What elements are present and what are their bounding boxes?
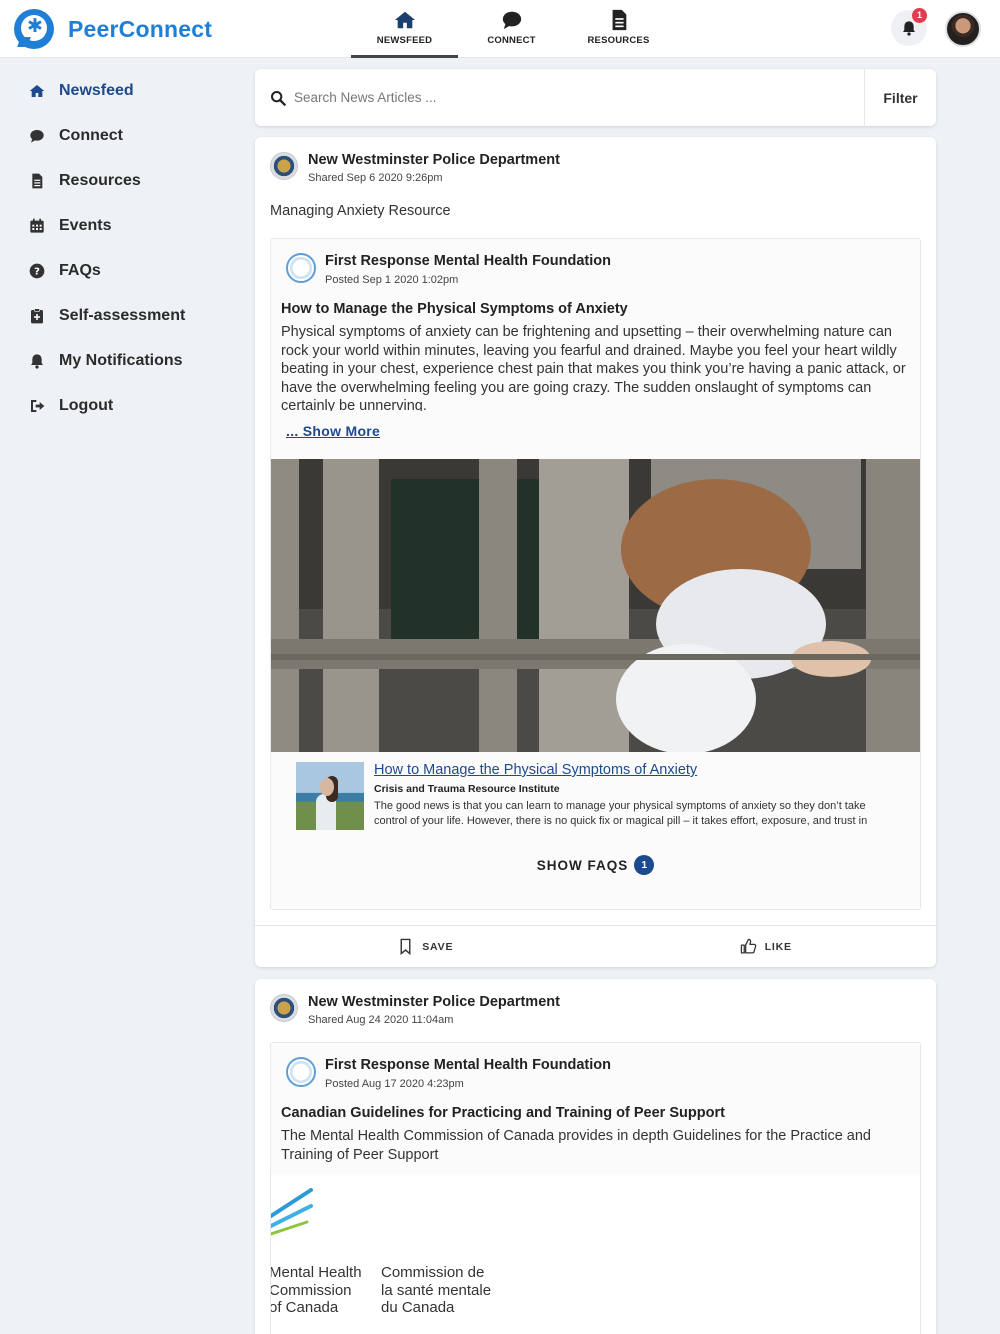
- sidebar-item-label: Self-assessment: [59, 306, 186, 324]
- sidebar-item-my-notifications[interactable]: My Notifications: [0, 338, 240, 383]
- sidebar-item-self-assessment[interactable]: Self-assessment: [0, 293, 240, 338]
- mhcc-name-french: Commission de la santé mentale du Canada: [381, 1264, 492, 1316]
- foundation-logo[interactable]: [286, 253, 316, 283]
- home-icon: [394, 11, 415, 29]
- tab-connect[interactable]: CONNECT: [458, 0, 565, 58]
- article-body: Physical symptoms of anxiety can be frig…: [281, 324, 906, 411]
- bell-icon: [903, 21, 915, 36]
- logout-icon: [31, 399, 45, 412]
- logo-icon: ✱: [14, 9, 54, 49]
- post-caption: Managing Anxiety Resource: [270, 203, 451, 219]
- search-bar: Filter: [255, 69, 936, 126]
- tab-resources-label: RESOURCES: [587, 35, 650, 46]
- sidebar-item-logout[interactable]: Logout: [0, 383, 240, 428]
- post-date: Shared Sep 6 2020 9:26pm: [308, 172, 443, 184]
- sidebar-item-label: My Notifications: [59, 351, 183, 369]
- top-bar: ✱ PeerConnect NEWSFEED CONNECT RESOURCES…: [0, 0, 1000, 58]
- app-logo[interactable]: ✱ PeerConnect: [14, 9, 212, 49]
- sidebar-item-label: Newsfeed: [59, 81, 134, 99]
- document-icon: [612, 9, 626, 31]
- bookmark-icon: [400, 938, 411, 955]
- newsfeed-post: New Westminster Police Department Shared…: [255, 979, 936, 1334]
- post-actions: SAVE LIKE: [255, 925, 936, 967]
- article-body: The Mental Health Commission of Canada p…: [281, 1128, 871, 1163]
- post-date: Shared Aug 24 2020 11:04am: [308, 1014, 454, 1026]
- show-faqs-button[interactable]: SHOW FAQS 1: [271, 840, 920, 890]
- app-name: PeerConnect: [68, 15, 213, 42]
- top-nav: NEWSFEED CONNECT RESOURCES: [351, 0, 672, 58]
- shared-article-header: First Response Mental Health Foundation …: [271, 1043, 920, 1095]
- sidebar: Newsfeed Connect Resources Events ? FAQs…: [0, 58, 240, 428]
- sidebar-item-label: Resources: [59, 171, 141, 189]
- woman-leaning-on-window-image: [271, 459, 920, 752]
- search-icon: [271, 90, 286, 106]
- sidebar-item-events[interactable]: Events: [0, 203, 240, 248]
- notification-count-badge: 1: [912, 8, 927, 23]
- svg-text:?: ?: [34, 266, 40, 277]
- notifications-button[interactable]: 1: [891, 8, 927, 46]
- shared-article-author[interactable]: First Response Mental Health Foundation: [325, 1057, 611, 1073]
- link-preview[interactable]: How to Manage the Physical Symptoms of A…: [271, 762, 920, 840]
- sidebar-item-connect[interactable]: Connect: [0, 113, 240, 158]
- link-preview-title[interactable]: How to Manage the Physical Symptoms of A…: [374, 762, 697, 778]
- article-title: How to Manage the Physical Symptoms of A…: [281, 301, 628, 317]
- shared-article-date: Posted Sep 1 2020 1:02pm: [325, 274, 459, 286]
- bell-icon: [31, 353, 43, 369]
- sidebar-item-label: Connect: [59, 126, 123, 144]
- clipboard-icon: [31, 307, 43, 323]
- link-preview-source: Crisis and Trauma Resource Institute: [374, 783, 560, 795]
- sidebar-item-resources[interactable]: Resources: [0, 158, 240, 203]
- like-button[interactable]: LIKE: [596, 926, 937, 967]
- shared-article-header: First Response Mental Health Foundation …: [271, 239, 920, 291]
- show-faqs-label: SHOW FAQS: [536, 857, 629, 873]
- calendar-icon: [30, 218, 44, 233]
- user-avatar[interactable]: [945, 11, 981, 47]
- home-icon: [29, 84, 45, 97]
- tab-resources[interactable]: RESOURCES: [565, 0, 672, 58]
- mhcc-name-english: Mental Health Commission of Canada: [271, 1264, 362, 1316]
- search-input[interactable]: [294, 90, 864, 105]
- post-header: New Westminster Police Department Shared…: [255, 137, 936, 197]
- save-button[interactable]: SAVE: [255, 926, 596, 967]
- shared-article: First Response Mental Health Foundation …: [270, 238, 921, 910]
- question-icon: ?: [29, 263, 45, 278]
- sidebar-item-label: Logout: [59, 396, 114, 414]
- newsfeed-post: New Westminster Police Department Shared…: [255, 137, 936, 967]
- chat-icon: [30, 129, 44, 143]
- document-icon: [32, 173, 43, 188]
- mhcc-logo-mark: [271, 1188, 313, 1236]
- save-label: SAVE: [422, 940, 454, 953]
- show-more-link[interactable]: ... Show More: [286, 423, 380, 439]
- sidebar-item-faqs[interactable]: ? FAQs: [0, 248, 240, 293]
- tab-newsfeed[interactable]: NEWSFEED: [351, 0, 458, 58]
- post-header: New Westminster Police Department Shared…: [255, 979, 936, 1039]
- article-title: Canadian Guidelines for Practicing and T…: [281, 1105, 725, 1121]
- like-label: LIKE: [764, 940, 792, 953]
- foundation-logo[interactable]: [286, 1057, 316, 1087]
- thumbs-up-icon: [740, 938, 756, 954]
- chat-icon: [502, 11, 521, 30]
- tab-newsfeed-label: NEWSFEED: [376, 35, 433, 46]
- link-preview-description: The good news is that you can learn to m…: [374, 800, 868, 827]
- link-preview-thumbnail: [296, 762, 364, 830]
- filter-button[interactable]: Filter: [864, 69, 936, 126]
- shared-article-author[interactable]: First Response Mental Health Foundation: [325, 253, 611, 269]
- sidebar-item-newsfeed[interactable]: Newsfeed: [0, 68, 240, 113]
- police-badge-logo[interactable]: [270, 994, 298, 1022]
- post-author[interactable]: New Westminster Police Department: [308, 152, 560, 168]
- sidebar-item-label: Events: [59, 216, 112, 234]
- police-badge-logo[interactable]: [270, 152, 298, 180]
- tab-connect-label: CONNECT: [487, 35, 536, 46]
- faqs-count-badge: 1: [634, 855, 655, 875]
- sidebar-item-label: FAQs: [59, 261, 101, 279]
- shared-article: First Response Mental Health Foundation …: [270, 1042, 921, 1334]
- article-hero-image[interactable]: [271, 459, 920, 752]
- post-author[interactable]: New Westminster Police Department: [308, 994, 560, 1010]
- shared-article-date: Posted Aug 17 2020 4:23pm: [325, 1078, 464, 1090]
- mhcc-logo-image[interactable]: Mental Health Commission of Canada Commi…: [271, 1174, 920, 1334]
